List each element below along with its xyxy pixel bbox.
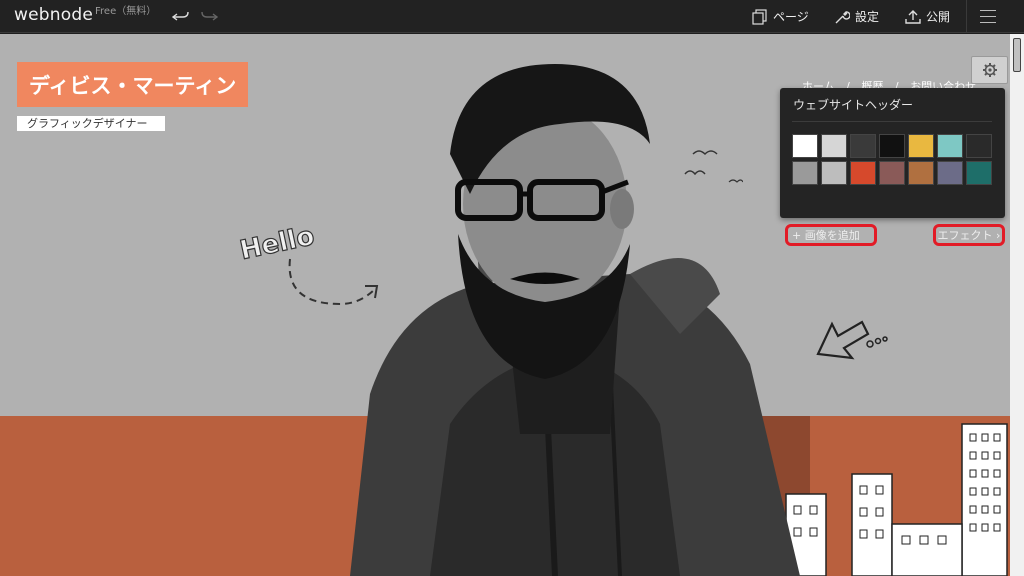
- webnode-logo[interactable]: webnode: [14, 5, 93, 25]
- thumb-dark-gray[interactable]: [850, 134, 876, 158]
- panel-title: ウェブサイトヘッダー: [793, 98, 914, 112]
- redo-icon[interactable]: [199, 6, 219, 26]
- arrow-sketch: [816, 320, 888, 360]
- thumb-dark-grid[interactable]: [966, 134, 992, 158]
- pages-icon: [752, 8, 767, 25]
- thumb-teal-pattern[interactable]: [937, 134, 963, 158]
- effect-button[interactable]: エフェクト ›: [933, 224, 1005, 246]
- plan-label: Free（無料）: [95, 6, 157, 17]
- thumb-tools-photo[interactable]: [908, 161, 934, 185]
- thumb-yellow-pattern[interactable]: [908, 134, 934, 158]
- add-image-button[interactable]: + 画像を追加: [785, 224, 877, 246]
- thumb-teal-photo[interactable]: [966, 161, 992, 185]
- gear-icon: [982, 63, 997, 77]
- hello-text: Hello: [237, 221, 317, 266]
- thumb-man-photo[interactable]: [792, 161, 818, 185]
- undo-icon[interactable]: [171, 6, 191, 26]
- header-settings-button[interactable]: [971, 56, 1008, 84]
- thumb-sketch-photo[interactable]: [821, 161, 847, 185]
- pages-label: ページ: [773, 10, 809, 24]
- settings-button[interactable]: 設定: [834, 0, 879, 33]
- thumb-light-gray[interactable]: [821, 134, 847, 158]
- wrench-icon: [835, 10, 850, 23]
- pages-button[interactable]: ページ: [752, 0, 809, 33]
- website-header-panel: ウェブサイトヘッダー + 画像を追加 エフェクト ›: [780, 88, 1005, 246]
- publish-button[interactable]: 公開: [905, 0, 950, 33]
- site-name[interactable]: ディビス・マーティン: [29, 70, 236, 100]
- header-thumbnail-grid: [792, 134, 996, 185]
- hamburger-menu-icon[interactable]: [980, 10, 996, 23]
- thumb-food-photo[interactable]: [850, 161, 876, 185]
- thumb-white[interactable]: [792, 134, 818, 158]
- upload-icon: [905, 9, 921, 24]
- scrollbar-thumb[interactable]: [1013, 38, 1021, 72]
- site-subtitle[interactable]: グラフィックデザイナー: [17, 116, 165, 131]
- site-name-box[interactable]: ディビス・マーティン: [17, 62, 249, 107]
- editor-toolbar: webnode Free（無料） ページ 設定 公開: [0, 0, 1024, 33]
- page-scrollbar[interactable]: [1010, 34, 1024, 576]
- publish-label: 公開: [926, 10, 951, 24]
- settings-label: 設定: [855, 10, 880, 24]
- thumb-abstract-photo[interactable]: [879, 161, 905, 185]
- thumb-bike-photo[interactable]: [937, 161, 963, 185]
- panel-divider: [792, 121, 992, 122]
- thumb-black[interactable]: [879, 134, 905, 158]
- city-buildings-sketch: [785, 423, 1008, 576]
- website-header-canvas[interactable]: Hello ディビス・マーティン グラフィックデザイナー ホーム / 概歴 / …: [0, 34, 1010, 576]
- man-photo: [350, 64, 800, 576]
- toolbar-divider: [966, 0, 967, 33]
